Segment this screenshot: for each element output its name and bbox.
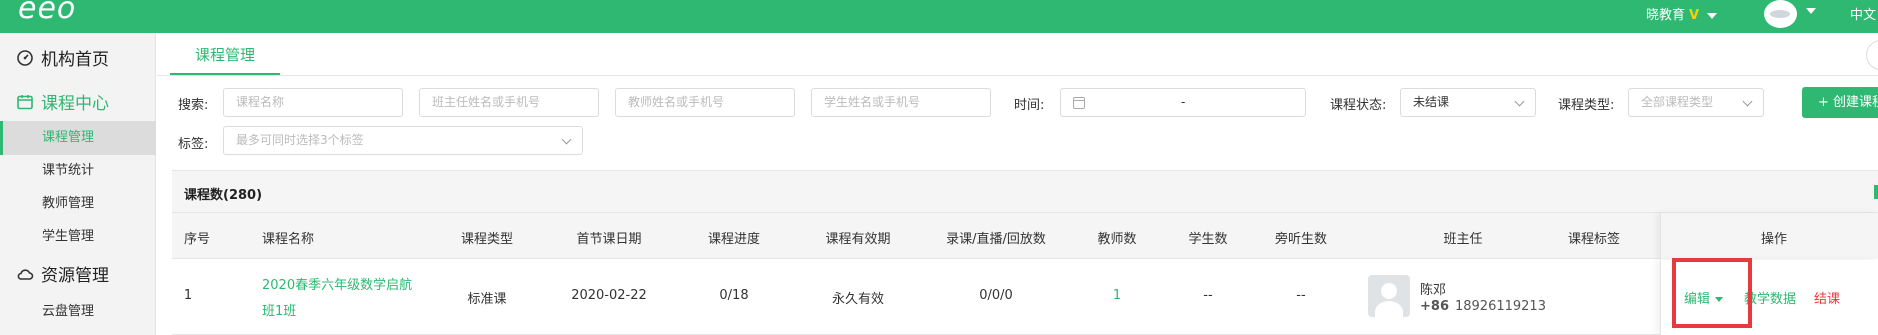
col-course-type: 课程类型 (460, 232, 514, 247)
sidebar-item-cloud-disk[interactable]: 云盘管理 (0, 295, 156, 329)
head-teacher-avatar (1368, 275, 1410, 317)
sidebar-item-teacher-manage[interactable]: 教师管理 (0, 187, 156, 221)
chevron-down-icon (561, 134, 572, 145)
table-row: 1 2020春季六年级数学启航班1班 标准课 2020-02-22 0/18 永… (172, 260, 1878, 335)
col-student-count: 学生数 (1188, 232, 1228, 247)
sidebar-item-resource-manage[interactable]: 资源管理 (16, 261, 109, 286)
head-teacher-input[interactable]: 班主任姓名或手机号 (419, 88, 599, 117)
row-student-count: -- (1203, 288, 1213, 303)
sidebar-item-label: 机构首页 (41, 50, 109, 70)
tag-select[interactable]: 最多可同时选择3个标签 (223, 126, 583, 155)
table-header: 序号 课程名称 课程类型 首节课日期 课程进度 课程有效期 录课/直播/回放数 … (172, 213, 1878, 259)
course-count: 课程数(280) (184, 188, 263, 203)
student-input[interactable]: 学生姓名或手机号 (811, 88, 991, 117)
status-select[interactable]: 未结课 (1400, 88, 1536, 117)
column-settings-button[interactable] (1874, 185, 1878, 199)
type-label: 课程类型: (1558, 98, 1615, 113)
sidebar-item-label: 课程中心 (41, 94, 109, 114)
actions-header-cell: 操作 (1660, 213, 1878, 259)
floating-help-button[interactable] (1866, 40, 1878, 70)
col-index: 序号 (183, 232, 211, 247)
row-index: 1 (183, 288, 193, 303)
end-course-link[interactable]: 结课 (1814, 288, 1840, 307)
date-range-separator: - (1181, 95, 1186, 109)
top-bar: eeo 晓教育 V 中文 (0, 0, 1878, 33)
row-record-live-replay: 0/0/0 (979, 288, 1013, 303)
chevron-down-icon[interactable] (1806, 8, 1816, 14)
language-switch[interactable]: 中文 (1850, 4, 1876, 23)
org-switcher[interactable]: 晓教育 V (1646, 4, 1718, 23)
sidebar-item-course-manage[interactable]: 课程管理 (0, 121, 156, 155)
org-name: 晓教育 (1646, 8, 1686, 23)
row-course-type: 标准课 (467, 292, 507, 307)
status-label: 课程状态: (1330, 98, 1387, 113)
date-range-picker[interactable]: - (1060, 88, 1306, 117)
tab-divider (157, 75, 1878, 76)
row-progress: 0/18 (719, 288, 749, 303)
highlight-box (1672, 258, 1752, 328)
col-course-tags: 课程标签 (1567, 232, 1621, 247)
tag-label: 标签: (178, 137, 209, 152)
course-count-bar: 课程数(280) (172, 170, 1878, 213)
sidebar: 机构首页 课程中心 课程管理 课节统计 教师管理 学生管理 资源管理 云盘管理 (0, 33, 156, 335)
col-head-teacher: 班主任 (1443, 232, 1483, 247)
user-avatar[interactable] (1764, 0, 1797, 28)
tag-select-placeholder: 最多可同时选择3个标签 (236, 133, 364, 147)
col-first-date: 首节课日期 (576, 232, 642, 247)
course-name-input[interactable]: 课程名称 (223, 88, 403, 117)
vip-badge: V (1689, 8, 1700, 23)
col-auditor-count: 旁听生数 (1274, 232, 1328, 247)
chevron-down-icon (1742, 96, 1753, 107)
type-select-placeholder: 全部课程类型 (1641, 95, 1714, 109)
col-validity: 课程有效期 (825, 232, 891, 247)
tab-course-manage[interactable]: 课程管理 (170, 33, 280, 75)
sidebar-item-label: 资源管理 (41, 266, 109, 286)
calendar-icon (17, 94, 33, 109)
phone-number: 18926119213 (1454, 299, 1546, 314)
col-record-live-replay: 录课/直播/回放数 (946, 232, 1046, 247)
sidebar-item-lesson-stats[interactable]: 课节统计 (0, 154, 156, 188)
cloud-icon (17, 268, 34, 280)
row-auditor-count: -- (1296, 288, 1306, 303)
create-course-button[interactable]: + 创建课程 (1802, 87, 1878, 118)
row-validity: 永久有效 (831, 292, 885, 307)
col-actions: 操作 (1760, 232, 1788, 247)
chevron-down-icon (1707, 12, 1718, 19)
status-select-value: 未结课 (1413, 95, 1450, 109)
sidebar-item-student-manage[interactable]: 学生管理 (0, 220, 156, 254)
col-course-name: 课程名称 (262, 232, 315, 247)
chevron-down-icon (1514, 96, 1525, 107)
col-teacher-count: 教师数 (1097, 232, 1137, 247)
calendar-icon (1073, 97, 1085, 109)
row-teacher-count-link[interactable]: 1 (1113, 288, 1121, 303)
type-select[interactable]: 全部课程类型 (1628, 88, 1764, 117)
teacher-input[interactable]: 教师姓名或手机号 (615, 88, 795, 117)
head-teacher-name: 陈邓 (1420, 283, 1447, 298)
course-name-link[interactable]: 2020春季六年级数学启航班1班 (262, 273, 422, 325)
country-code: +86 (1420, 299, 1449, 314)
sidebar-item-home[interactable]: 机构首页 (16, 45, 109, 70)
row-first-date: 2020-02-22 (571, 288, 647, 303)
sidebar-item-course-center[interactable]: 课程中心 (16, 89, 109, 114)
dashboard-icon (17, 49, 33, 66)
search-label: 搜索: (178, 98, 209, 113)
time-label: 时间: (1014, 98, 1045, 113)
col-progress: 课程进度 (707, 232, 761, 247)
head-teacher-phone: +86 18926119213 (1420, 299, 1546, 314)
eeo-logo[interactable]: eeo (18, 0, 76, 24)
